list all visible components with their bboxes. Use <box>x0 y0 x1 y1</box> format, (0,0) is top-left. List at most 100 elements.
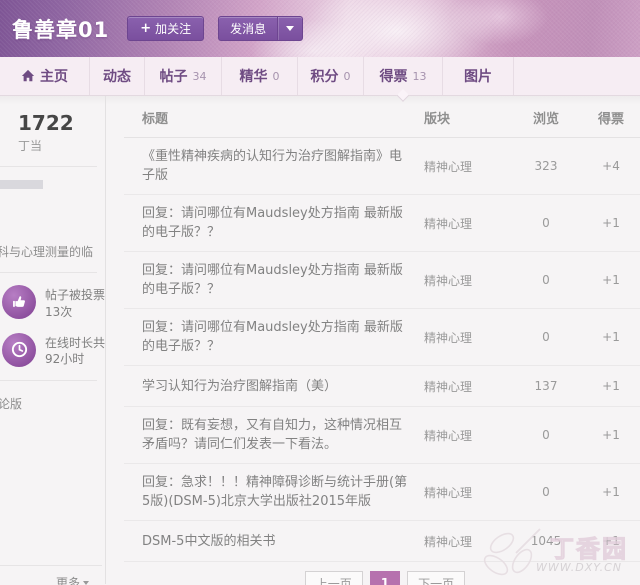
post-title-link[interactable]: 学习认知行为治疗图解指南（美） <box>142 377 424 396</box>
tab-home[interactable]: 主页 <box>0 57 90 95</box>
chevron-down-icon <box>286 26 295 31</box>
post-title-link[interactable]: 回复：既有妄想，又有自知力，这种情况相互矛盾吗？请同仁们发表一下看法。 <box>142 416 424 454</box>
board-link[interactable]: 精神心理 <box>424 272 514 289</box>
send-message-label: 发消息 <box>230 22 267 36</box>
message-dropdown-toggle[interactable] <box>277 17 302 40</box>
post-title-link[interactable]: 《重性精神疾病的认知行为治疗图解指南》电子版 <box>142 147 424 185</box>
table-row: 回复：请问哪位有Maudsley处方指南 最新版的电子版？？ 精神心理 0 +1 <box>124 309 640 366</box>
pagination: 上一页 1 下一页 <box>120 571 640 585</box>
col-board: 版块 <box>424 112 451 127</box>
sidebar-stats: 帖子被投票 13次 在线时长共 92小时 <box>0 273 105 368</box>
table-row: 学习认知行为治疗图解指南（美） 精神心理 137 +1 <box>124 366 640 407</box>
tab-count: 13 <box>412 69 427 83</box>
tab-label: 精华 <box>239 69 268 85</box>
tab-label: 得票 <box>379 69 408 85</box>
sidebar-bottom-divider <box>0 565 102 566</box>
col-title: 标题 <box>142 112 169 127</box>
follow-button-label: 加关注 <box>155 22 192 36</box>
clock-icon <box>2 332 36 367</box>
stat-text: 帖子被投票 13次 <box>45 285 105 321</box>
table-header-row: 标题 版块 浏览 得票 <box>124 98 640 138</box>
votes-count: +4 <box>602 159 620 173</box>
thumbs-up-icon <box>2 285 36 319</box>
tab-posts[interactable]: 帖子 34 <box>145 57 222 95</box>
follow-button[interactable]: + 加关注 <box>127 16 205 41</box>
views-count: 0 <box>542 273 550 287</box>
current-page-button[interactable]: 1 <box>369 571 401 585</box>
chevron-down-icon <box>83 581 90 585</box>
views-count: 0 <box>542 330 550 344</box>
table-row: DSM-5中文版的相关书 精神心理 1045 +1 <box>124 521 640 562</box>
votes-count: +1 <box>602 428 620 442</box>
more-link[interactable]: 更多 <box>56 574 90 585</box>
page-title: 鲁善章01 <box>12 17 110 42</box>
post-title-link[interactable]: 回复：请问哪位有Maudsley处方指南 最新版的电子版？？ <box>142 204 424 242</box>
profile-header: 鲁善章01 + 加关注 发消息 <box>0 0 640 57</box>
views-count: 323 <box>534 159 558 173</box>
plus-icon: + <box>140 21 152 36</box>
col-views: 浏览 <box>532 112 559 127</box>
tab-pictures[interactable]: 图片 <box>443 57 514 95</box>
sidebar: 1722 丁当 科与心理测量的临 帖子被投票 13次 在线时长共 92小时 论版… <box>0 96 106 585</box>
votes-count: +1 <box>602 330 620 344</box>
tab-label: 图片 <box>464 69 492 85</box>
home-icon <box>21 69 35 82</box>
send-message-button[interactable]: 发消息 <box>218 16 304 41</box>
post-title-link[interactable]: DSM-5中文版的相关书 <box>142 532 424 551</box>
board-link[interactable]: 精神心理 <box>424 533 514 550</box>
board-link[interactable]: 精神心理 <box>424 378 514 395</box>
votes-count: +1 <box>602 273 620 287</box>
more-label: 更多 <box>56 576 81 585</box>
next-page-button[interactable]: 下一页 <box>407 571 466 585</box>
tab-score[interactable]: 积分 0 <box>298 57 364 95</box>
tab-label: 帖子 <box>159 69 188 85</box>
post-title-link[interactable]: 回复：请问哪位有Maudsley处方指南 最新版的电子版？？ <box>142 261 424 299</box>
table-row: 回复：急求！！！精神障碍诊断与统计手册(第5版)(DSM-5)北京大学出版社20… <box>124 464 640 521</box>
tab-label: 积分 <box>310 69 339 85</box>
tab-feed[interactable]: 动态 <box>90 57 145 95</box>
board-link[interactable]: 精神心理 <box>424 484 514 501</box>
board-link[interactable]: 精神心理 <box>424 215 514 232</box>
table-row: 回复：请问哪位有Maudsley处方指南 最新版的电子版？？ 精神心理 0 +1 <box>124 195 640 252</box>
col-votes: 得票 <box>597 112 624 127</box>
board-link[interactable]: 精神心理 <box>424 158 514 175</box>
tab-label: 动态 <box>103 69 131 85</box>
user-score-block: 1722 丁当 <box>0 112 105 154</box>
tab-count: 0 <box>272 69 280 83</box>
board-link[interactable]: 精神心理 <box>424 329 514 346</box>
tab-count: 34 <box>192 69 207 83</box>
views-count: 137 <box>534 379 558 393</box>
tab-count: 0 <box>343 69 351 83</box>
content-area: 1722 丁当 科与心理测量的临 帖子被投票 13次 在线时长共 92小时 论版… <box>0 96 640 585</box>
table-row: 回复：既有妄想，又有自知力，这种情况相互矛盾吗？请同仁们发表一下看法。 精神心理… <box>124 407 640 464</box>
votes-count: +1 <box>602 485 620 499</box>
dingdang-score-value: 1722 <box>18 111 74 135</box>
views-count: 0 <box>542 485 550 499</box>
stat-votes-received: 帖子被投票 13次 <box>2 285 105 321</box>
board-link[interactable]: 精神心理 <box>424 427 514 444</box>
stat-line1: 帖子被投票 <box>45 288 106 302</box>
votes-count: +1 <box>602 216 620 230</box>
stat-line1: 在线时长共 <box>45 335 106 350</box>
profile-page: 鲁善章01 + 加关注 发消息 主页 动态 帖子 34 精华 0 积分 0 得票… <box>0 0 640 585</box>
post-title-link[interactable]: 回复：急求！！！精神障碍诊断与统计手册(第5版)(DSM-5)北京大学出版社20… <box>142 473 424 511</box>
tab-digest[interactable]: 精华 0 <box>222 57 298 95</box>
level-progress-bar <box>0 180 43 189</box>
dingdang-score-label: 丁当 <box>18 139 43 153</box>
sidebar-divider <box>0 380 97 382</box>
tab-votes-active[interactable]: 得票 13 <box>364 57 443 102</box>
stat-text: 在线时长共 92小时 <box>45 333 105 369</box>
profile-tabbar: 主页 动态 帖子 34 精华 0 积分 0 得票 13 图片 <box>0 57 640 102</box>
sidebar-truncated-text: 科与心理测量的临 <box>0 245 94 259</box>
stat-online-hours: 在线时长共 92小时 <box>2 332 105 369</box>
votes-count: +1 <box>602 379 620 393</box>
post-title-link[interactable]: 回复：请问哪位有Maudsley处方指南 最新版的电子版？？ <box>142 318 424 356</box>
prev-page-button[interactable]: 上一页 <box>304 571 363 585</box>
tab-label: 主页 <box>40 69 68 85</box>
sidebar-truncated-section: 论版 <box>0 397 23 412</box>
stat-line2: 13次 <box>45 304 73 319</box>
stat-line2: 92小时 <box>45 352 85 367</box>
views-count: 0 <box>542 216 550 230</box>
table-row: 《重性精神疾病的认知行为治疗图解指南》电子版 精神心理 323 +4 <box>124 138 640 195</box>
votes-panel: 标题 版块 浏览 得票 《重性精神疾病的认知行为治疗图解指南》电子版 精神心理 … <box>106 96 640 585</box>
